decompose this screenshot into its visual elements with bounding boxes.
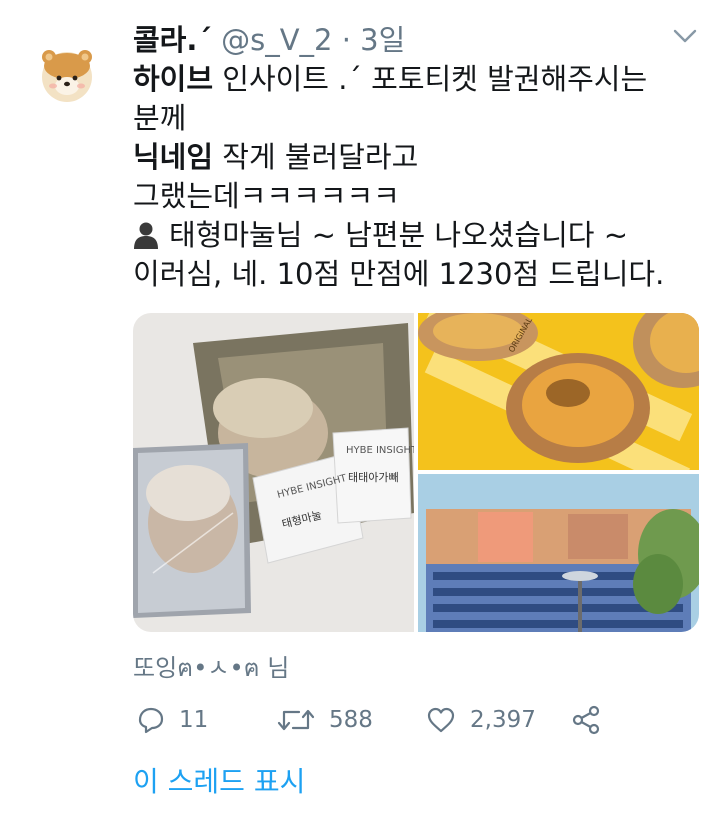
tweet-line-6: 이러심, 네. 10점 만점에 1230점 드립니다. [133,257,665,291]
tweet-line-5-text: 태형마눌님 ~ 남편분 나오셨습니다 ~ [169,218,628,252]
reply-icon [138,707,164,734]
tweet-line-3: 닉네임 작게 불러달라고 [133,138,703,177]
photo-text-name-2: 태태아가빼 [348,471,399,484]
separator-dot: · [341,23,351,57]
retweet-button[interactable]: 588 [277,700,373,740]
retweet-count: 588 [329,707,373,733]
user-handle[interactable]: @s_V_2 [221,23,332,57]
tweet-line-1-rest: 인사이트 .ˊ 포토티켓 발권해주시는 [213,62,648,96]
share-button[interactable] [571,700,601,740]
media-photo-tickets[interactable]: HYBE INSIGHT 태형마눌 HYBE INSIGHT 태태아가빼 [133,313,414,632]
tweet-line-1: 하이브 인사이트 .ˊ 포토티켓 발권해주시는 [133,60,703,99]
tweet-actions: 11 588 2,397 [133,700,653,740]
display-name[interactable]: 콜라.ˊ [133,23,212,57]
media-building[interactable] [418,474,699,632]
tweet-line-3-rest: 작게 불러달라고 [213,140,419,174]
chevron-down-icon[interactable] [672,26,698,46]
tweet-line-4: 그랬는데ㅋㅋㅋㅋㅋㅋ [133,179,400,213]
tweet-time[interactable]: 3일 [360,23,405,57]
tweet-bold-word-1: 하이브 [133,62,214,96]
tagged-user[interactable]: 또잉ฅ•ㅅ•ฅ 님 [133,648,289,687]
tweet-header: 콜라.ˊ @s_V_2 · 3일 [133,20,700,60]
retweet-icon [277,709,315,731]
avatar[interactable] [34,42,100,108]
tweet-line-2: 분께 [133,101,187,135]
media-egg-tarts[interactable]: ORIGINAL [418,313,699,470]
tweet-line-5: 태형마눌님 ~ 남편분 나오셨습니다 ~ [133,216,703,255]
show-thread-link[interactable]: 이 스레드 표시 [133,760,305,800]
building-image [418,474,699,632]
bear-avatar-icon [42,50,92,102]
reply-count: 11 [179,707,209,733]
photo-text-hybe-insight-2: HYBE INSIGHT [346,445,414,456]
person-icon [134,222,158,249]
like-button[interactable]: 2,397 [426,700,536,740]
tweet-text: 하이브 인사이트 .ˊ 포토티켓 발권해주시는 분께 닉네임 작게 불러달라고 … [133,60,703,294]
photo-tickets-image: HYBE INSIGHT 태형마눌 HYBE INSIGHT 태태아가빼 [133,313,414,632]
reply-button[interactable]: 11 [135,700,208,740]
like-icon [427,707,455,733]
share-icon [572,705,600,735]
like-count: 2,397 [470,707,536,733]
tweet-bold-word-2: 닉네임 [133,140,214,174]
egg-tarts-image: ORIGINAL [418,313,699,470]
media-grid[interactable]: HYBE INSIGHT 태형마눌 HYBE INSIGHT 태태아가빼 ORI… [133,313,699,632]
